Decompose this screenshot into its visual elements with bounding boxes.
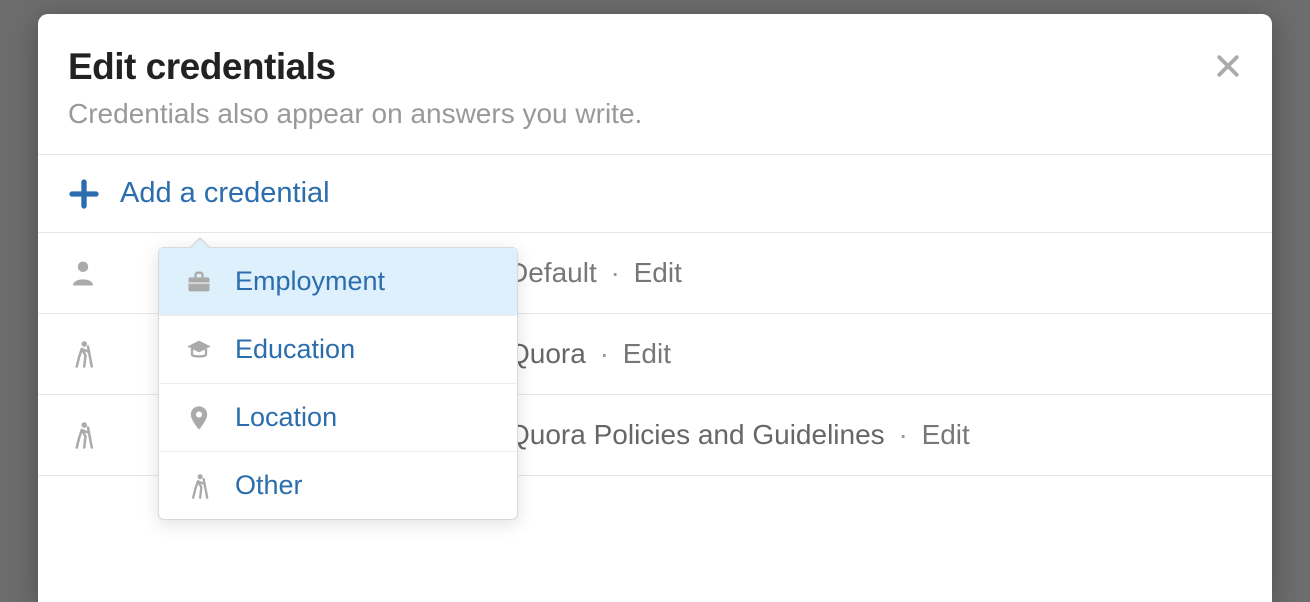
person-icon bbox=[68, 258, 98, 288]
separator: · bbox=[594, 338, 615, 369]
dropdown-item-employment[interactable]: Employment bbox=[159, 248, 517, 316]
credential-edit-link[interactable]: Edit bbox=[634, 257, 682, 288]
walking-person-icon bbox=[68, 339, 98, 369]
credentials-list: Default · Edit Quora · Edit bbox=[38, 233, 1272, 476]
dropdown-item-education[interactable]: Education bbox=[159, 316, 517, 384]
credential-value: Quora Policies and Guidelines bbox=[508, 419, 885, 450]
walking-person-icon bbox=[68, 420, 98, 450]
credential-edit-link[interactable]: Edit bbox=[922, 419, 970, 450]
briefcase-icon bbox=[185, 268, 213, 296]
edit-credentials-modal: Edit credentials Credentials also appear… bbox=[38, 14, 1272, 602]
credential-type-dropdown: Employment Education Location bbox=[158, 247, 518, 520]
separator: · bbox=[892, 419, 913, 450]
close-icon bbox=[1213, 51, 1243, 81]
map-pin-icon bbox=[185, 404, 213, 432]
modal-header: Edit credentials Credentials also appear… bbox=[38, 14, 1272, 155]
credential-value: Quora bbox=[508, 338, 586, 369]
modal-subtitle: Credentials also appear on answers you w… bbox=[68, 98, 1242, 130]
add-credential-label: Add a credential bbox=[120, 177, 330, 210]
dropdown-item-label: Other bbox=[235, 470, 303, 501]
close-button[interactable] bbox=[1206, 44, 1250, 88]
modal-title: Edit credentials bbox=[68, 46, 1242, 88]
dropdown-item-label: Employment bbox=[235, 266, 385, 297]
dropdown-item-location[interactable]: Location bbox=[159, 384, 517, 452]
separator: · bbox=[605, 257, 626, 288]
credential-edit-link[interactable]: Edit bbox=[623, 338, 671, 369]
add-credential-row[interactable]: Add a credential bbox=[38, 155, 1272, 233]
dropdown-item-other[interactable]: Other bbox=[159, 452, 517, 519]
dropdown-item-label: Education bbox=[235, 334, 355, 365]
graduation-cap-icon bbox=[185, 336, 213, 364]
credential-badge: Default bbox=[508, 257, 597, 288]
dropdown-item-label: Location bbox=[235, 402, 337, 433]
walking-person-icon bbox=[185, 472, 213, 500]
plus-icon bbox=[68, 178, 100, 210]
